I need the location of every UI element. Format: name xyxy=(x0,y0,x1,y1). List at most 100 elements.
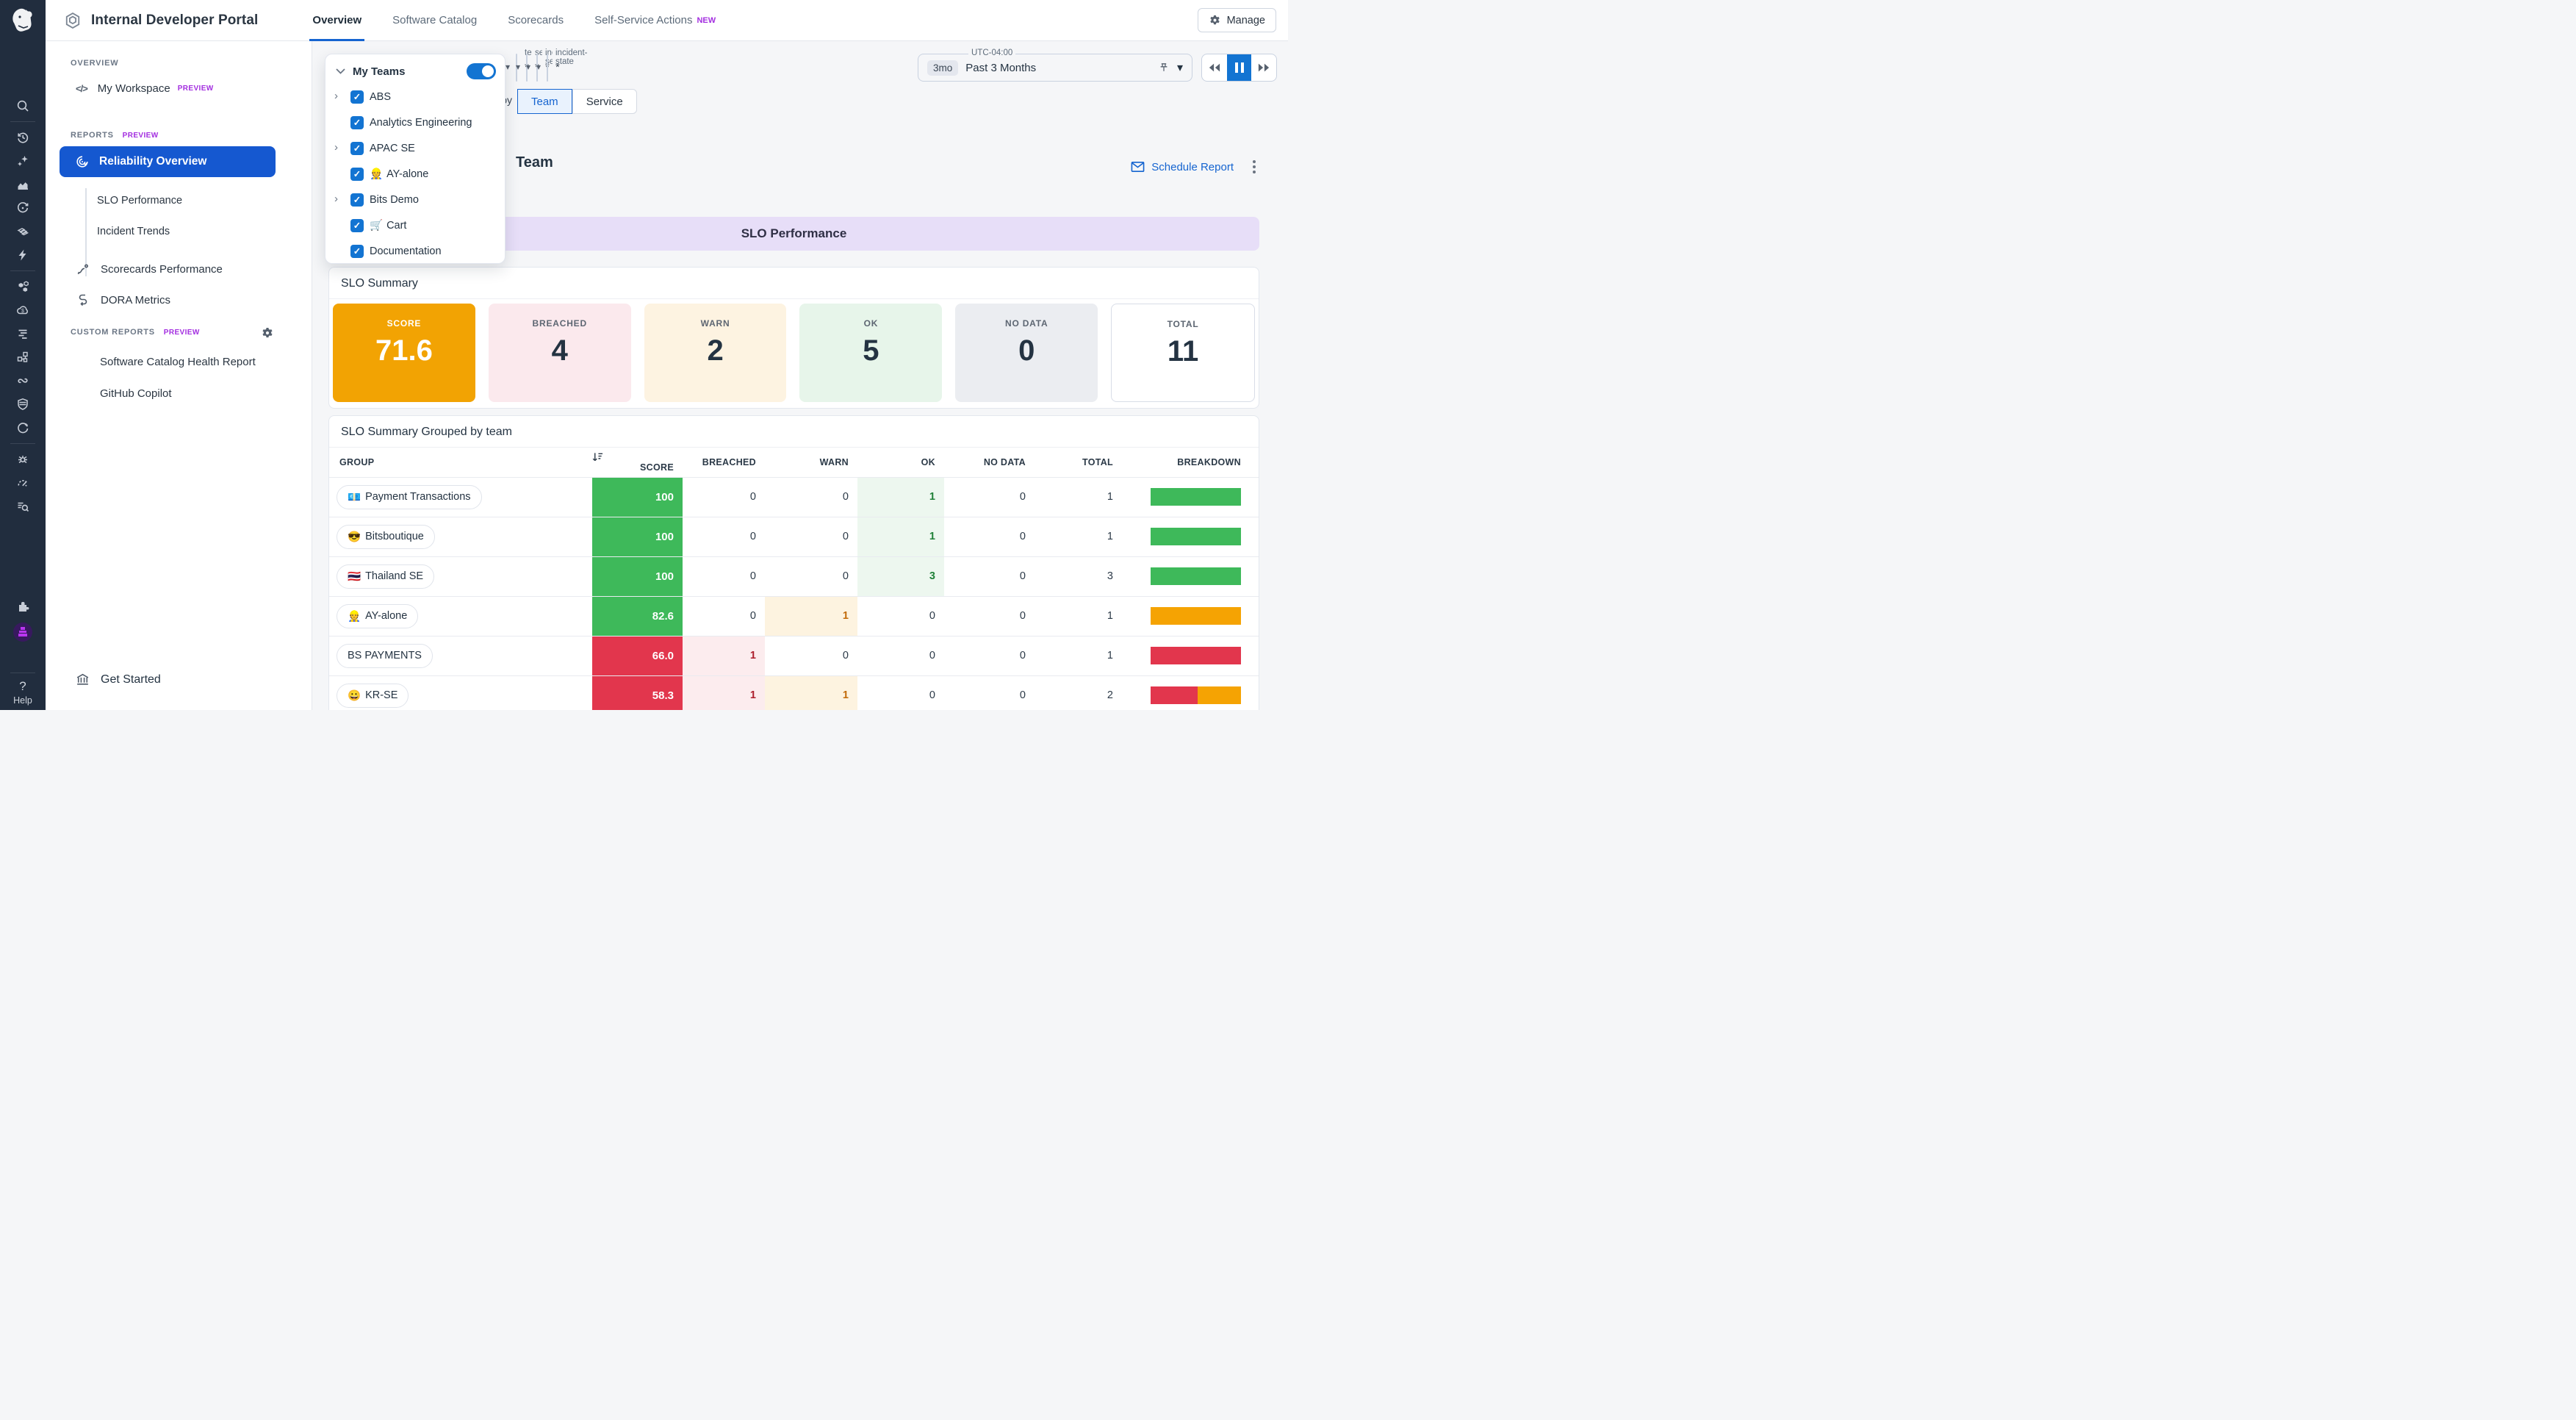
app-window: $ ? Help Inte xyxy=(0,0,1288,710)
column-header-ok[interactable]: OK xyxy=(857,448,944,477)
chevron-down-icon[interactable]: ▾ xyxy=(1177,60,1183,75)
team-chip[interactable]: 👷 AY-alone xyxy=(337,604,418,628)
chevron-right-icon[interactable]: › xyxy=(334,193,346,205)
checkbox-checked-icon[interactable]: ✓ xyxy=(350,219,364,232)
cloud-cost-icon[interactable]: $ xyxy=(15,303,30,318)
chevron-right-icon[interactable]: › xyxy=(334,141,346,154)
sidebar-item-software-catalog-health-report[interactable]: Software Catalog Health Report xyxy=(100,356,256,368)
checkbox-checked-icon[interactable]: ✓ xyxy=(350,116,364,129)
team-emoji: 💶 xyxy=(348,491,361,503)
column-header-breached[interactable]: BREACHED xyxy=(683,448,765,477)
gear-icon xyxy=(1209,14,1221,26)
team-option[interactable]: › ✓ ABS xyxy=(325,84,505,110)
datadog-logo[interactable] xyxy=(0,0,46,41)
summary-tile: BREACHED 4 xyxy=(489,304,631,402)
my-teams-toggle[interactable] xyxy=(467,63,496,79)
sidebar-item-scorecards-performance[interactable]: Scorecards Performance xyxy=(76,262,223,276)
column-header-nodata[interactable]: NO DATA xyxy=(944,448,1035,477)
item-label: Scorecards Performance xyxy=(101,263,223,276)
chevron-right-icon[interactable]: › xyxy=(334,90,346,102)
checkbox-checked-icon[interactable]: ✓ xyxy=(350,90,364,104)
score-value: 100 xyxy=(592,478,683,517)
help-icon[interactable]: ? xyxy=(19,679,26,694)
checkbox-checked-icon[interactable]: ✓ xyxy=(350,245,364,258)
summary-tile: WARN 2 xyxy=(644,304,787,402)
team-chip[interactable]: 💶 Payment Transactions xyxy=(337,485,482,509)
checkbox-checked-icon[interactable]: ✓ xyxy=(350,168,364,181)
team-chip[interactable]: 😀 KR-SE xyxy=(337,684,409,708)
log-explorer-icon[interactable] xyxy=(15,499,30,514)
checkbox-checked-icon[interactable]: ✓ xyxy=(350,193,364,207)
port-logo-icon xyxy=(63,11,82,30)
help-label[interactable]: Help xyxy=(13,695,32,706)
workflows-icon[interactable] xyxy=(15,350,30,365)
pin-icon[interactable] xyxy=(1158,62,1170,73)
team-option[interactable]: › ✓ 🛒 Cart xyxy=(325,212,505,238)
nav-tab[interactable]: Scorecards xyxy=(497,0,574,41)
team-chip[interactable]: BS PAYMENTS xyxy=(337,644,433,668)
team-option-text: APAC SE xyxy=(370,143,415,154)
logs-icon[interactable] xyxy=(15,326,30,341)
sidebar-item-dora-metrics[interactable]: DORA Metrics xyxy=(76,293,170,307)
nav-tab[interactable]: Overview xyxy=(302,0,372,41)
error-tracking-bug-icon[interactable] xyxy=(15,452,30,467)
schedule-report-link[interactable]: Schedule Report xyxy=(1131,161,1234,173)
fast-forward-button[interactable] xyxy=(1251,54,1276,81)
copilot-sparkles-icon[interactable] xyxy=(15,154,30,168)
sidebar-item-reliability-overview[interactable]: Reliability Overview xyxy=(60,146,276,177)
nav-tab[interactable]: Self-Service Actions NEW xyxy=(584,0,726,41)
score-cell: 58.3 xyxy=(592,675,683,710)
column-header-warn[interactable]: WARN xyxy=(765,448,857,477)
nav-tab[interactable]: Software Catalog xyxy=(382,0,487,41)
time-range-picker[interactable]: UTC-04:00 3mo Past 3 Months ▾ xyxy=(918,54,1192,82)
manage-button[interactable]: Manage xyxy=(1198,8,1276,32)
security-shield-icon[interactable] xyxy=(15,397,30,412)
brand[interactable]: Internal Developer Portal xyxy=(63,11,258,30)
sidebar-item-get-started[interactable]: Get Started xyxy=(75,672,161,687)
integrations-puzzle-icon[interactable] xyxy=(15,599,30,614)
team-option[interactable]: › ✓ Documentation xyxy=(325,238,505,264)
preview-badge: PREVIEW xyxy=(123,132,159,140)
rewind-button[interactable] xyxy=(1202,54,1227,81)
session-replay-icon[interactable] xyxy=(15,420,30,435)
history-icon[interactable] xyxy=(15,130,30,145)
column-header-score[interactable]: SCORE xyxy=(592,448,683,477)
score-value: 82.6 xyxy=(592,597,683,636)
pause-button[interactable] xyxy=(1227,54,1252,81)
search-icon[interactable] xyxy=(15,98,30,113)
team-chip[interactable]: 🇹🇭 Thailand SE xyxy=(337,564,434,589)
metrics-icon[interactable] xyxy=(15,177,30,192)
ok-cell: 1 xyxy=(857,477,944,517)
column-header-breakdown[interactable]: BREAKDOWN xyxy=(1122,448,1259,477)
sidebar-subitem-slo-performance[interactable]: SLO Performance xyxy=(97,195,182,207)
team-option[interactable]: › ✓ Bits Demo xyxy=(325,187,505,212)
slo-gauge-icon[interactable] xyxy=(15,476,30,490)
team-chip[interactable]: 😎 Bitsboutique xyxy=(337,525,435,549)
checkbox-checked-icon[interactable]: ✓ xyxy=(350,142,364,155)
rewind-icon xyxy=(1209,62,1220,73)
group-by-option[interactable]: Service xyxy=(572,89,637,114)
actions-bolt-icon[interactable] xyxy=(15,248,30,262)
team-option[interactable]: › ✓ 👷 AY-alone xyxy=(325,161,505,187)
kebab-menu-icon[interactable] xyxy=(1250,157,1259,176)
sidebar-subitem-incident-trends[interactable]: Incident Trends xyxy=(97,226,170,237)
dropdown-header[interactable]: My Teams xyxy=(325,54,505,84)
custom-reports-settings-button[interactable] xyxy=(261,326,274,340)
software-catalog-layers-icon[interactable] xyxy=(15,224,30,239)
sidebar-item-my-workspace[interactable]: </> My Workspace PREVIEW xyxy=(76,82,214,95)
apm-infinity-icon[interactable] xyxy=(15,373,30,388)
filter-select[interactable]: incident-state * ▾ xyxy=(547,54,548,82)
column-header-total[interactable]: TOTAL xyxy=(1035,448,1122,477)
group-by-option[interactable]: Team xyxy=(517,89,572,114)
table-row: 👷 AY-alone 82.6 0 1 0 0 1 xyxy=(329,596,1259,636)
timezone-label: UTC-04:00 xyxy=(968,49,1015,57)
user-avatar[interactable] xyxy=(13,623,32,642)
team-option[interactable]: › ✓ Analytics Engineering xyxy=(325,110,505,135)
nodata-cell: 0 xyxy=(944,556,1035,596)
service-map-hexagons-icon[interactable] xyxy=(15,279,30,294)
tile-value: 11 xyxy=(1112,335,1254,368)
ci-cycle-icon[interactable] xyxy=(15,201,30,215)
sidebar-item-github-copilot[interactable]: GitHub Copilot xyxy=(100,387,172,400)
team-option[interactable]: › ✓ APAC SE xyxy=(325,135,505,161)
column-header-group[interactable]: GROUP xyxy=(329,448,592,477)
